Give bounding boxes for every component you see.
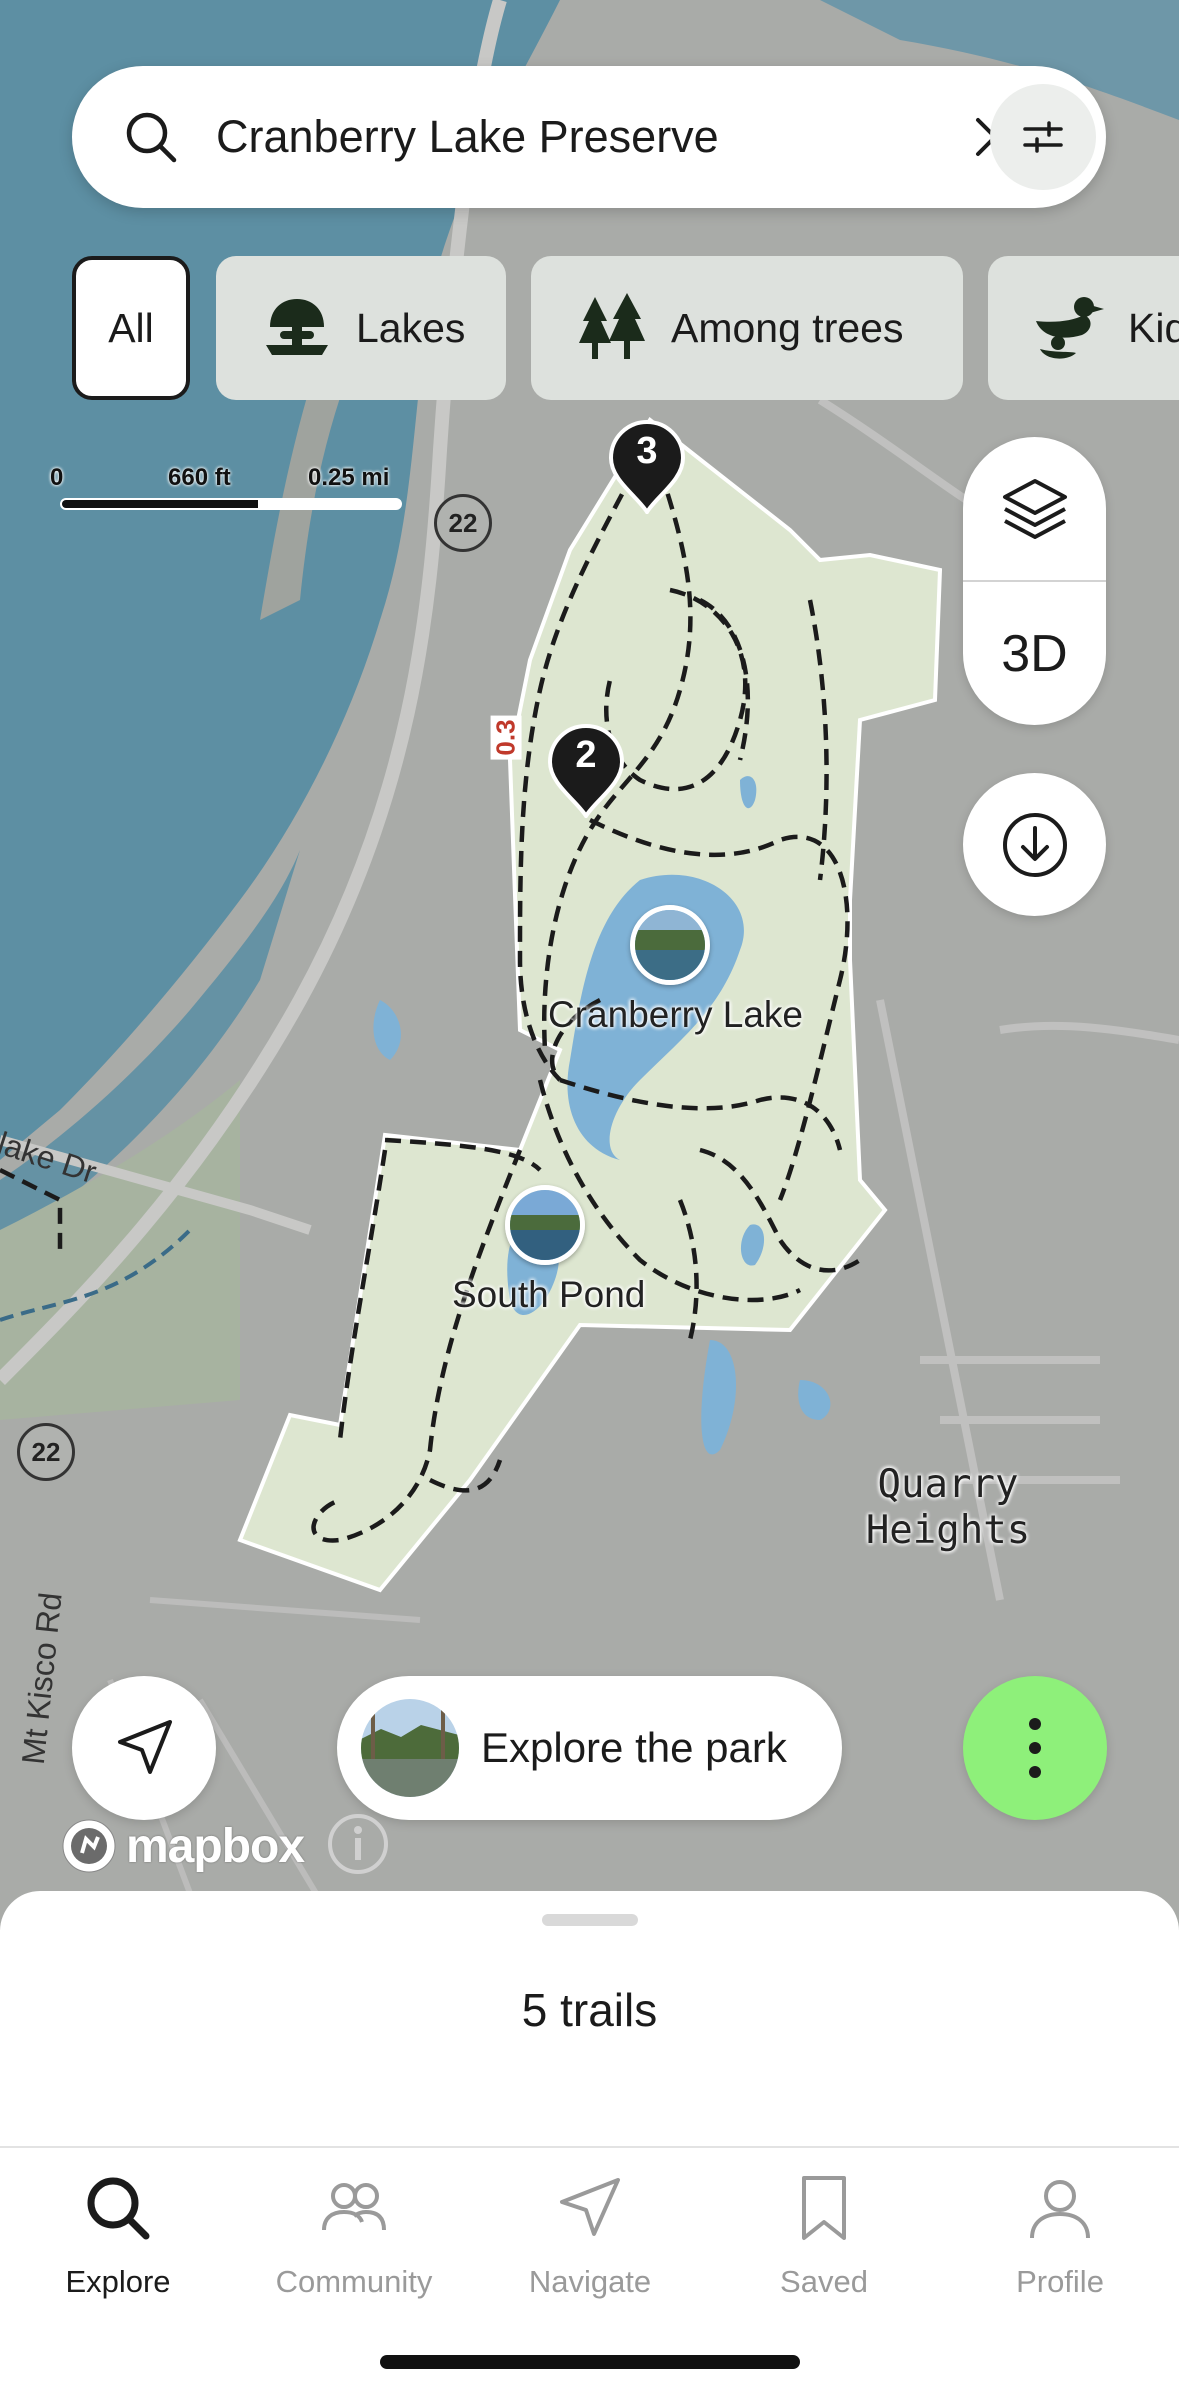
navigate-icon <box>560 2178 620 2236</box>
3d-toggle-button[interactable]: 3D <box>963 583 1106 725</box>
search-icon <box>87 2177 150 2240</box>
distance-label: 0.3 <box>490 715 522 760</box>
explore-park-label: Explore the park <box>481 1724 787 1771</box>
tab-label: Explore <box>65 2264 171 2299</box>
trail-marker-number: 3 <box>636 430 658 472</box>
route-shield-22: 22 <box>17 1423 75 1481</box>
sliders-icon <box>1023 121 1063 153</box>
bookmark-icon <box>802 2176 846 2240</box>
chip-among-trees[interactable]: Among trees <box>531 256 963 400</box>
tab-saved[interactable]: Saved <box>706 2172 942 2312</box>
divider <box>963 580 1106 582</box>
tab-label: Navigate <box>528 2264 652 2299</box>
download-map-button[interactable] <box>963 773 1106 916</box>
cranberry-lake-photo-marker[interactable] <box>630 905 710 985</box>
south-pond-label[interactable]: South Pond <box>452 1272 645 1318</box>
explore-park-button[interactable]: Explore the park <box>337 1676 842 1820</box>
cranberry-lake-label[interactable]: Cranberry Lake <box>548 992 803 1038</box>
scale-miles: 0.25 mi <box>308 464 390 491</box>
chip-label: Lakes <box>356 304 466 351</box>
scale-bar-fill <box>62 500 258 508</box>
search-input[interactable]: Cranberry Lake Preserve <box>216 66 719 208</box>
chip-label: Kids <box>1128 304 1179 351</box>
mapbox-logo: mapbox <box>60 1816 305 1876</box>
mapbox-logo-icon <box>62 1819 116 1873</box>
tab-label: Profile <box>1016 2264 1104 2299</box>
profile-icon <box>1030 2180 1090 2239</box>
mapbox-wordmark: mapbox <box>126 1819 305 1873</box>
chip-lakes[interactable]: Lakes <box>216 256 506 400</box>
trail-marker-3[interactable]: 3 <box>607 418 687 514</box>
scale-zero: 0 <box>50 464 64 491</box>
chip-all[interactable]: All <box>72 256 190 400</box>
tab-label: Saved <box>780 2264 868 2299</box>
info-icon[interactable] <box>326 1812 390 1876</box>
sheet-drag-handle[interactable] <box>542 1914 638 1926</box>
tab-explore[interactable]: Explore <box>0 2172 236 2312</box>
tab-profile[interactable]: Profile <box>942 2172 1178 2312</box>
kids-icon <box>1036 297 1104 359</box>
navigation-arrow-icon <box>118 1720 172 1774</box>
search-bar[interactable]: Cranberry Lake Preserve <box>72 66 1106 208</box>
more-options-button[interactable] <box>963 1676 1107 1820</box>
scale-feet: 660 ft <box>168 464 231 491</box>
south-pond-photo-marker[interactable] <box>505 1185 585 1265</box>
tab-navigate[interactable]: Navigate <box>472 2172 708 2312</box>
trails-bottom-sheet[interactable]: 5 trails <box>0 1891 1179 2146</box>
home-indicator <box>380 2355 800 2369</box>
chip-label: Among trees <box>671 304 904 351</box>
map-style-controls: 3D <box>963 437 1106 725</box>
chip-label: All <box>108 304 154 351</box>
layers-icon[interactable] <box>999 473 1071 545</box>
chip-kids[interactable]: Kids <box>988 256 1179 400</box>
route-shield-22: 22 <box>434 494 492 552</box>
filter-button[interactable] <box>990 84 1096 190</box>
trail-count: 5 trails <box>521 1984 658 2036</box>
community-icon <box>322 2183 386 2231</box>
category-chips: All Lakes Among trees Kids <box>72 256 1179 402</box>
quarry-heights-label: Quarry Heights <box>865 1462 1031 1553</box>
trail-marker-2[interactable]: 2 <box>546 722 626 818</box>
search-icon <box>126 112 177 163</box>
lake-icon <box>266 299 328 355</box>
download-icon <box>1003 813 1067 877</box>
tab-label: Community <box>275 2264 433 2299</box>
tab-community[interactable]: Community <box>236 2172 472 2312</box>
scale-bar: 0 660 ft 0.25 mi <box>50 464 410 514</box>
park-thumbnail <box>361 1699 459 1797</box>
trail-marker-number: 2 <box>575 734 597 776</box>
trees-icon <box>579 293 645 359</box>
my-location-button[interactable] <box>72 1676 216 1820</box>
more-vertical-icon <box>1029 1718 1041 1778</box>
